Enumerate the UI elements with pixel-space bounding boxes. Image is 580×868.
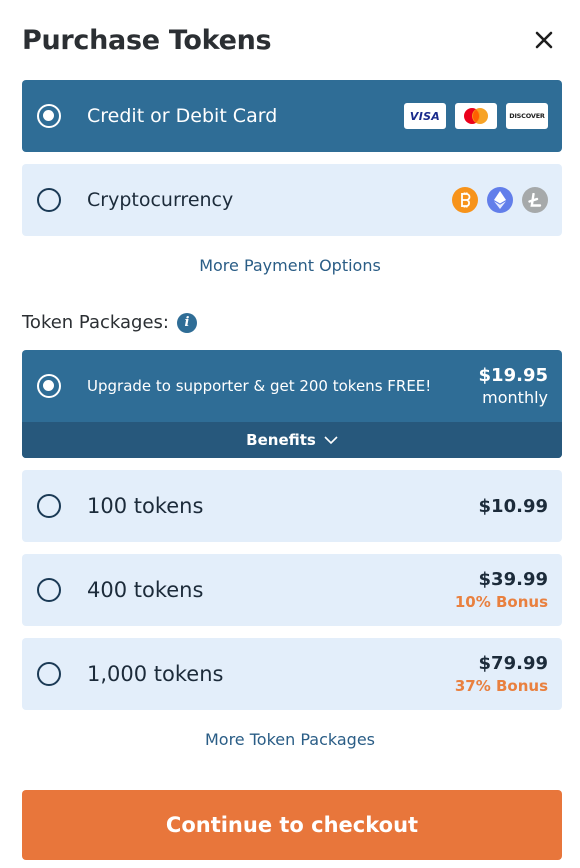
token-package-100[interactable]: 100 tokens $10.99 [22, 470, 562, 542]
radio-button[interactable] [37, 374, 61, 398]
info-icon[interactable]: i [177, 312, 197, 333]
token-package-400[interactable]: 400 tokens $39.99 10% Bonus [22, 554, 562, 626]
bonus-badge: 37% Bonus [454, 677, 548, 695]
mastercard-logo [455, 103, 497, 129]
page-title: Purchase Tokens [22, 24, 272, 56]
token-package-label: 100 tokens [87, 494, 204, 518]
radio-button[interactable] [37, 578, 61, 602]
token-package-label: 400 tokens [87, 578, 204, 602]
bitcoin-icon [452, 187, 478, 213]
close-icon[interactable] [530, 26, 558, 54]
token-package-price: $39.99 10% Bonus [454, 569, 548, 611]
radio-button[interactable] [37, 188, 61, 212]
visa-logo: VISA [404, 103, 446, 129]
benefits-toggle[interactable]: Benefits [22, 422, 562, 458]
token-package-price: $79.99 37% Bonus [454, 653, 548, 695]
radio-button[interactable] [37, 104, 61, 128]
payment-option-label: Credit or Debit Card [87, 105, 278, 127]
supporter-label: Upgrade to supporter & get 200 tokens FR… [87, 377, 432, 395]
more-token-packages-link[interactable]: More Token Packages [0, 730, 580, 749]
supporter-price: $19.95 monthly [478, 365, 548, 407]
continue-to-checkout-button[interactable]: Continue to checkout [22, 790, 562, 860]
token-package-price: $10.99 [478, 495, 548, 517]
radio-button[interactable] [37, 662, 61, 686]
more-payment-options-link[interactable]: More Payment Options [0, 256, 580, 275]
token-package-label: 1,000 tokens [87, 662, 224, 686]
radio-button[interactable] [37, 494, 61, 518]
supporter-package[interactable]: Upgrade to supporter & get 200 tokens FR… [22, 350, 562, 458]
supporter-row[interactable]: Upgrade to supporter & get 200 tokens FR… [22, 350, 562, 422]
chevron-down-icon [324, 435, 338, 444]
bonus-badge: 10% Bonus [454, 593, 548, 611]
token-package-1000[interactable]: 1,000 tokens $79.99 37% Bonus [22, 638, 562, 710]
payment-option-crypto[interactable]: Cryptocurrency [22, 164, 562, 236]
ethereum-icon [487, 187, 513, 213]
card-logos: VISA DISCOVER [404, 103, 548, 129]
discover-logo: DISCOVER [506, 103, 548, 129]
crypto-logos [452, 187, 548, 213]
litecoin-icon [522, 187, 548, 213]
payment-option-label: Cryptocurrency [87, 189, 234, 211]
payment-option-card[interactable]: Credit or Debit Card VISA DISCOVER [22, 80, 562, 152]
header: Purchase Tokens [22, 18, 558, 62]
token-packages-label: Token Packages: i [22, 312, 197, 333]
